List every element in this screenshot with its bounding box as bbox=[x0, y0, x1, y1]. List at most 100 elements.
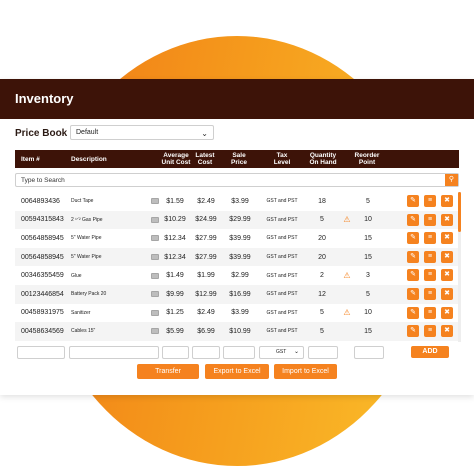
scrollbar-thumb[interactable] bbox=[458, 192, 461, 232]
cell-image bbox=[149, 248, 161, 267]
header-qty-on-hand[interactable]: Quantity On Hand bbox=[305, 150, 341, 168]
new-qty-field[interactable] bbox=[308, 346, 338, 359]
image-icon[interactable] bbox=[151, 291, 159, 298]
cell-sale-price: $2.99 bbox=[231, 272, 249, 280]
cell-sale-price: $3.99 bbox=[231, 309, 249, 317]
new-latest-cost-field[interactable] bbox=[192, 346, 220, 359]
inventory-table-body: 0064893436 Duct Tape $1.59 $2.49 $3.99 GST an… bbox=[15, 192, 459, 342]
sliders-icon[interactable]: ≡ bbox=[424, 213, 436, 226]
chevron-down-icon: ⌄ bbox=[201, 129, 208, 138]
edit-icon[interactable]: ✎ bbox=[407, 288, 419, 300]
header-reorder-point[interactable]: Reorder Point bbox=[351, 150, 383, 168]
new-sale-price-field[interactable] bbox=[223, 346, 255, 359]
edit-icon[interactable]: ✎ bbox=[407, 325, 419, 338]
sliders-icon[interactable]: ≡ bbox=[424, 250, 436, 263]
inventory-window: Inventory Price Book Default ⌄ Item # De… bbox=[0, 79, 474, 395]
search-icon[interactable]: ⚲ bbox=[445, 174, 458, 186]
new-tax-select[interactable]: GST ⌄ bbox=[259, 346, 304, 359]
cell-avg-cost: $9.99 bbox=[166, 290, 184, 298]
cell-item-number: 0064893436 bbox=[21, 197, 60, 205]
import-excel-button[interactable]: Import to Excel bbox=[274, 364, 337, 379]
page-title: Inventory bbox=[15, 91, 74, 106]
header-avg-cost[interactable]: Average Unit Cost bbox=[158, 150, 194, 168]
sliders-icon[interactable]: ≡ bbox=[424, 269, 436, 282]
cell-latest-cost: $27.99 bbox=[195, 253, 217, 261]
cell-latest-cost: $12.99 bbox=[195, 290, 217, 298]
trash-icon[interactable]: ✖ bbox=[441, 288, 453, 300]
cell-item-number: 00564858945 bbox=[21, 253, 64, 261]
image-icon[interactable] bbox=[151, 328, 159, 335]
cell-qty-on-hand: 5 bbox=[320, 327, 324, 335]
table-row[interactable]: 00594315843 2 ¹ᐟ² Gas Pipe $10.29 $24.99 $29… bbox=[15, 210, 459, 230]
header-tax-level[interactable]: Tax Level bbox=[270, 150, 294, 168]
new-reorder-field[interactable] bbox=[354, 346, 384, 359]
new-description-field[interactable] bbox=[69, 346, 159, 359]
cell-description: 5" Water Pipe bbox=[71, 254, 102, 261]
cell-image bbox=[149, 322, 161, 341]
table-row[interactable]: 0064893436 Duct Tape $1.59 $2.49 $3.99 GST an… bbox=[15, 192, 459, 211]
cell-description: Battery Pack 20 bbox=[71, 291, 107, 298]
cell-reorder-point: 5 bbox=[366, 197, 370, 205]
sliders-icon[interactable]: ≡ bbox=[424, 195, 436, 207]
export-excel-button[interactable]: Export to Excel bbox=[205, 364, 269, 379]
add-button[interactable]: ADD bbox=[411, 346, 449, 358]
header-sale-price[interactable]: Sale Price bbox=[226, 150, 252, 168]
trash-icon[interactable]: ✖ bbox=[441, 306, 453, 319]
cell-tax-level: GST and PST bbox=[266, 198, 298, 205]
trash-icon[interactable]: ✖ bbox=[441, 213, 453, 226]
image-icon[interactable] bbox=[151, 254, 159, 261]
transfer-button[interactable]: Transfer bbox=[137, 364, 199, 379]
edit-icon[interactable]: ✎ bbox=[407, 213, 419, 226]
sliders-icon[interactable]: ≡ bbox=[424, 306, 436, 319]
cell-image bbox=[149, 211, 161, 230]
edit-icon[interactable]: ✎ bbox=[407, 306, 419, 319]
edit-icon[interactable]: ✎ bbox=[407, 269, 419, 282]
cell-description: Glue bbox=[71, 272, 82, 279]
new-item-number-field[interactable] bbox=[17, 346, 65, 359]
table-row[interactable]: 00458634569 Cables 15" $5.99 $6.99 $10.99 GST… bbox=[15, 322, 459, 341]
cell-item-number: 00594315843 bbox=[21, 216, 64, 224]
price-book-dropdown[interactable]: Default ⌄ bbox=[70, 125, 214, 140]
cell-description: Duct Tape bbox=[71, 198, 94, 205]
cell-sale-price: $29.99 bbox=[229, 216, 251, 224]
add-item-row: GST ⌄ ADD bbox=[15, 346, 459, 360]
cell-reorder-point: 10 bbox=[364, 309, 372, 317]
cell-tax-level: GST and PST bbox=[266, 254, 298, 261]
sliders-icon[interactable]: ≡ bbox=[424, 325, 436, 338]
sliders-icon[interactable]: ≡ bbox=[424, 232, 436, 245]
new-avg-cost-field[interactable] bbox=[162, 346, 189, 359]
image-icon[interactable] bbox=[151, 198, 159, 205]
cell-description: Cables 15" bbox=[71, 328, 96, 335]
table-row[interactable]: 00346355459 Glue $1.49 $1.99 $2.99 GST and PS… bbox=[15, 266, 459, 285]
cell-sale-price: $39.99 bbox=[229, 253, 251, 261]
edit-icon[interactable]: ✎ bbox=[407, 195, 419, 207]
cell-tax-level: GST and PST bbox=[266, 328, 298, 335]
image-icon[interactable] bbox=[151, 235, 159, 242]
header-latest-cost[interactable]: Latest Cost bbox=[192, 150, 218, 168]
header-item[interactable]: Item # bbox=[21, 150, 66, 168]
image-icon[interactable] bbox=[151, 216, 159, 223]
trash-icon[interactable]: ✖ bbox=[441, 250, 453, 263]
cell-avg-cost: $1.59 bbox=[166, 197, 184, 205]
table-row[interactable]: 00564858945 5" Water Pipe $12.34 $27.99 $39.… bbox=[15, 247, 459, 267]
sliders-icon[interactable]: ≡ bbox=[424, 288, 436, 300]
search-input[interactable] bbox=[16, 174, 444, 186]
image-icon[interactable] bbox=[151, 309, 159, 316]
trash-icon[interactable]: ✖ bbox=[441, 269, 453, 282]
table-row[interactable]: 00564858945 5" Water Pipe $12.34 $27.99 $39.… bbox=[15, 229, 459, 248]
edit-icon[interactable]: ✎ bbox=[407, 250, 419, 263]
trash-icon[interactable]: ✖ bbox=[441, 232, 453, 245]
cell-tax-level: GST and PST bbox=[266, 216, 298, 223]
header-description[interactable]: Description bbox=[71, 150, 141, 168]
cell-tax-level: GST and PST bbox=[266, 235, 298, 242]
cell-image bbox=[149, 266, 161, 285]
trash-icon[interactable]: ✖ bbox=[441, 195, 453, 207]
cell-sale-price: $3.99 bbox=[231, 197, 249, 205]
cell-latest-cost: $1.99 bbox=[197, 272, 215, 280]
edit-icon[interactable]: ✎ bbox=[407, 232, 419, 245]
table-row[interactable]: 00458931975 Sanitizer $1.25 $2.49 $3.99 GST a… bbox=[15, 304, 459, 323]
new-tax-value: GST bbox=[276, 349, 287, 355]
trash-icon[interactable]: ✖ bbox=[441, 325, 453, 338]
image-icon[interactable] bbox=[151, 272, 159, 279]
table-row[interactable]: 00123446854 Battery Pack 20 $9.99 $12.99 $16… bbox=[15, 285, 459, 304]
